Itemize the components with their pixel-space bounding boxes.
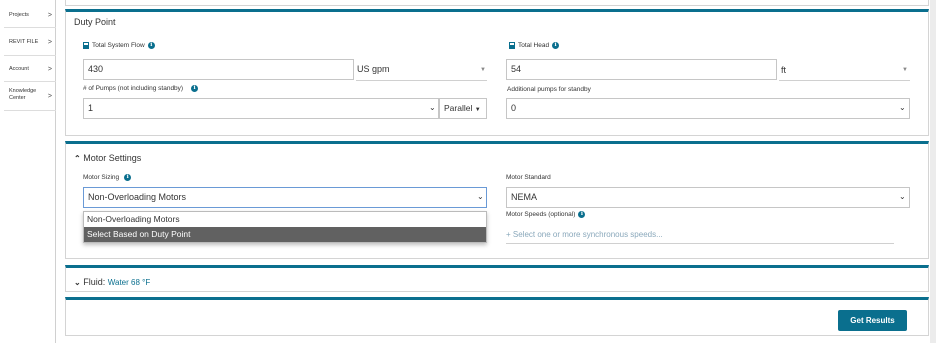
motor-settings-header[interactable]: ⌃ Motor Settings bbox=[74, 153, 141, 163]
sidebar-item-label: Knowledge Center bbox=[9, 88, 36, 102]
dropdown-option[interactable]: Non-Overloading Motors bbox=[84, 212, 486, 227]
label-text: Motor Sizing bbox=[83, 174, 120, 182]
total-head-label: Total Head i bbox=[509, 42, 560, 50]
additional-pumps-select[interactable]: 0 bbox=[506, 98, 910, 119]
chevron-right-icon: > bbox=[47, 38, 52, 46]
duty-point-title: Duty Point bbox=[74, 17, 116, 27]
fluid-header[interactable]: ⌄ Fluid: Water 68 °F bbox=[74, 277, 150, 287]
divider bbox=[779, 80, 910, 81]
num-pumps-select[interactable]: 1 bbox=[83, 98, 439, 119]
chevron-down-icon: ⌄ bbox=[477, 192, 484, 201]
flow-unit-select[interactable]: US gpm bbox=[357, 64, 390, 74]
fluid-value[interactable]: Water 68 °F bbox=[108, 278, 150, 287]
label-line-2: Center bbox=[9, 95, 26, 101]
info-icon[interactable]: i bbox=[124, 174, 132, 181]
divider bbox=[356, 80, 487, 81]
calculator-icon[interactable] bbox=[509, 42, 515, 49]
motor-sizing-dropdown: Non-Overloading Motors Select Based on D… bbox=[83, 211, 487, 243]
divider bbox=[506, 243, 894, 244]
motor-sizing-label: Motor Sizing i bbox=[83, 174, 132, 182]
results-card bbox=[65, 297, 929, 336]
label-text: Total System Flow bbox=[92, 42, 145, 50]
sidebar-item-projects[interactable]: Projects > bbox=[4, 4, 56, 28]
sidebar-item-label: Account bbox=[9, 65, 29, 72]
total-system-flow-input[interactable]: 430 bbox=[83, 59, 354, 80]
chevron-right-icon: > bbox=[47, 12, 52, 19]
info-icon[interactable]: i bbox=[147, 42, 155, 49]
fluid-card bbox=[65, 265, 929, 292]
get-results-button[interactable]: Get Results bbox=[838, 310, 907, 331]
label-text: Motor Speeds (optional) bbox=[506, 211, 576, 219]
motor-settings-title: Motor Settings bbox=[83, 153, 142, 163]
chevron-down-icon: ⌄ bbox=[899, 192, 906, 201]
sidebar-item-knowledge-center[interactable]: Knowledge Center > bbox=[4, 83, 56, 111]
calculator-icon[interactable] bbox=[83, 42, 89, 49]
total-head-input[interactable]: 54 bbox=[506, 59, 777, 80]
chevron-right-icon: > bbox=[47, 93, 52, 100]
motor-speeds-input[interactable]: + Select one or more synchronous speeds.… bbox=[506, 230, 663, 239]
info-icon[interactable]: i bbox=[578, 211, 586, 218]
sidebar-item-label: Projects bbox=[9, 12, 29, 18]
info-icon[interactable]: i bbox=[191, 85, 199, 92]
head-unit-select[interactable]: ft bbox=[781, 65, 786, 75]
label-text: # of Pumps (not including standby) bbox=[83, 85, 184, 93]
dropdown-option[interactable]: Select Based on Duty Point bbox=[84, 227, 486, 242]
chevron-down-icon: ▼ bbox=[480, 67, 486, 73]
expand-chevrons-icon: ⌄ bbox=[74, 278, 81, 287]
motor-standard-label: Motor Standard bbox=[506, 174, 551, 181]
label-line-1: Knowledge bbox=[9, 88, 37, 94]
previous-card-edge bbox=[65, 0, 929, 6]
label-text: Total Head bbox=[518, 42, 550, 50]
collapse-chevrons-icon: ⌃ bbox=[74, 154, 81, 163]
info-icon[interactable]: i bbox=[552, 42, 560, 49]
arrangement-value: Parallel bbox=[444, 103, 473, 113]
chevron-right-icon: > bbox=[47, 65, 52, 73]
sidebar-item-label: REVIT FILE bbox=[9, 38, 39, 45]
fluid-label: Fluid: bbox=[83, 277, 106, 287]
sidebar-item-revit-file[interactable]: REVIT FILE > bbox=[4, 29, 56, 56]
num-pumps-label: # of Pumps (not including standby) i bbox=[83, 85, 199, 93]
additional-pumps-label: Additional pumps for standby bbox=[507, 86, 591, 93]
motor-sizing-select[interactable]: Non-Overloading Motors bbox=[83, 187, 487, 208]
caret-down-icon: ▼ bbox=[474, 107, 481, 113]
sidebar-item-account[interactable]: Account > bbox=[4, 57, 56, 82]
pump-arrangement-select[interactable]: Parallel ▼ bbox=[439, 98, 487, 119]
sidebar: Projects > REVIT FILE > Account > Knowle… bbox=[0, 0, 56, 343]
total-system-flow-label: Total System Flow i bbox=[83, 42, 155, 49]
chevron-down-icon: ⌄ bbox=[899, 103, 906, 112]
motor-standard-select[interactable]: NEMA bbox=[506, 187, 910, 208]
chevron-down-icon: ⌄ bbox=[429, 103, 436, 112]
motor-speeds-label: Motor Speeds (optional) i bbox=[506, 211, 586, 219]
chevron-down-icon: ▼ bbox=[902, 67, 908, 73]
